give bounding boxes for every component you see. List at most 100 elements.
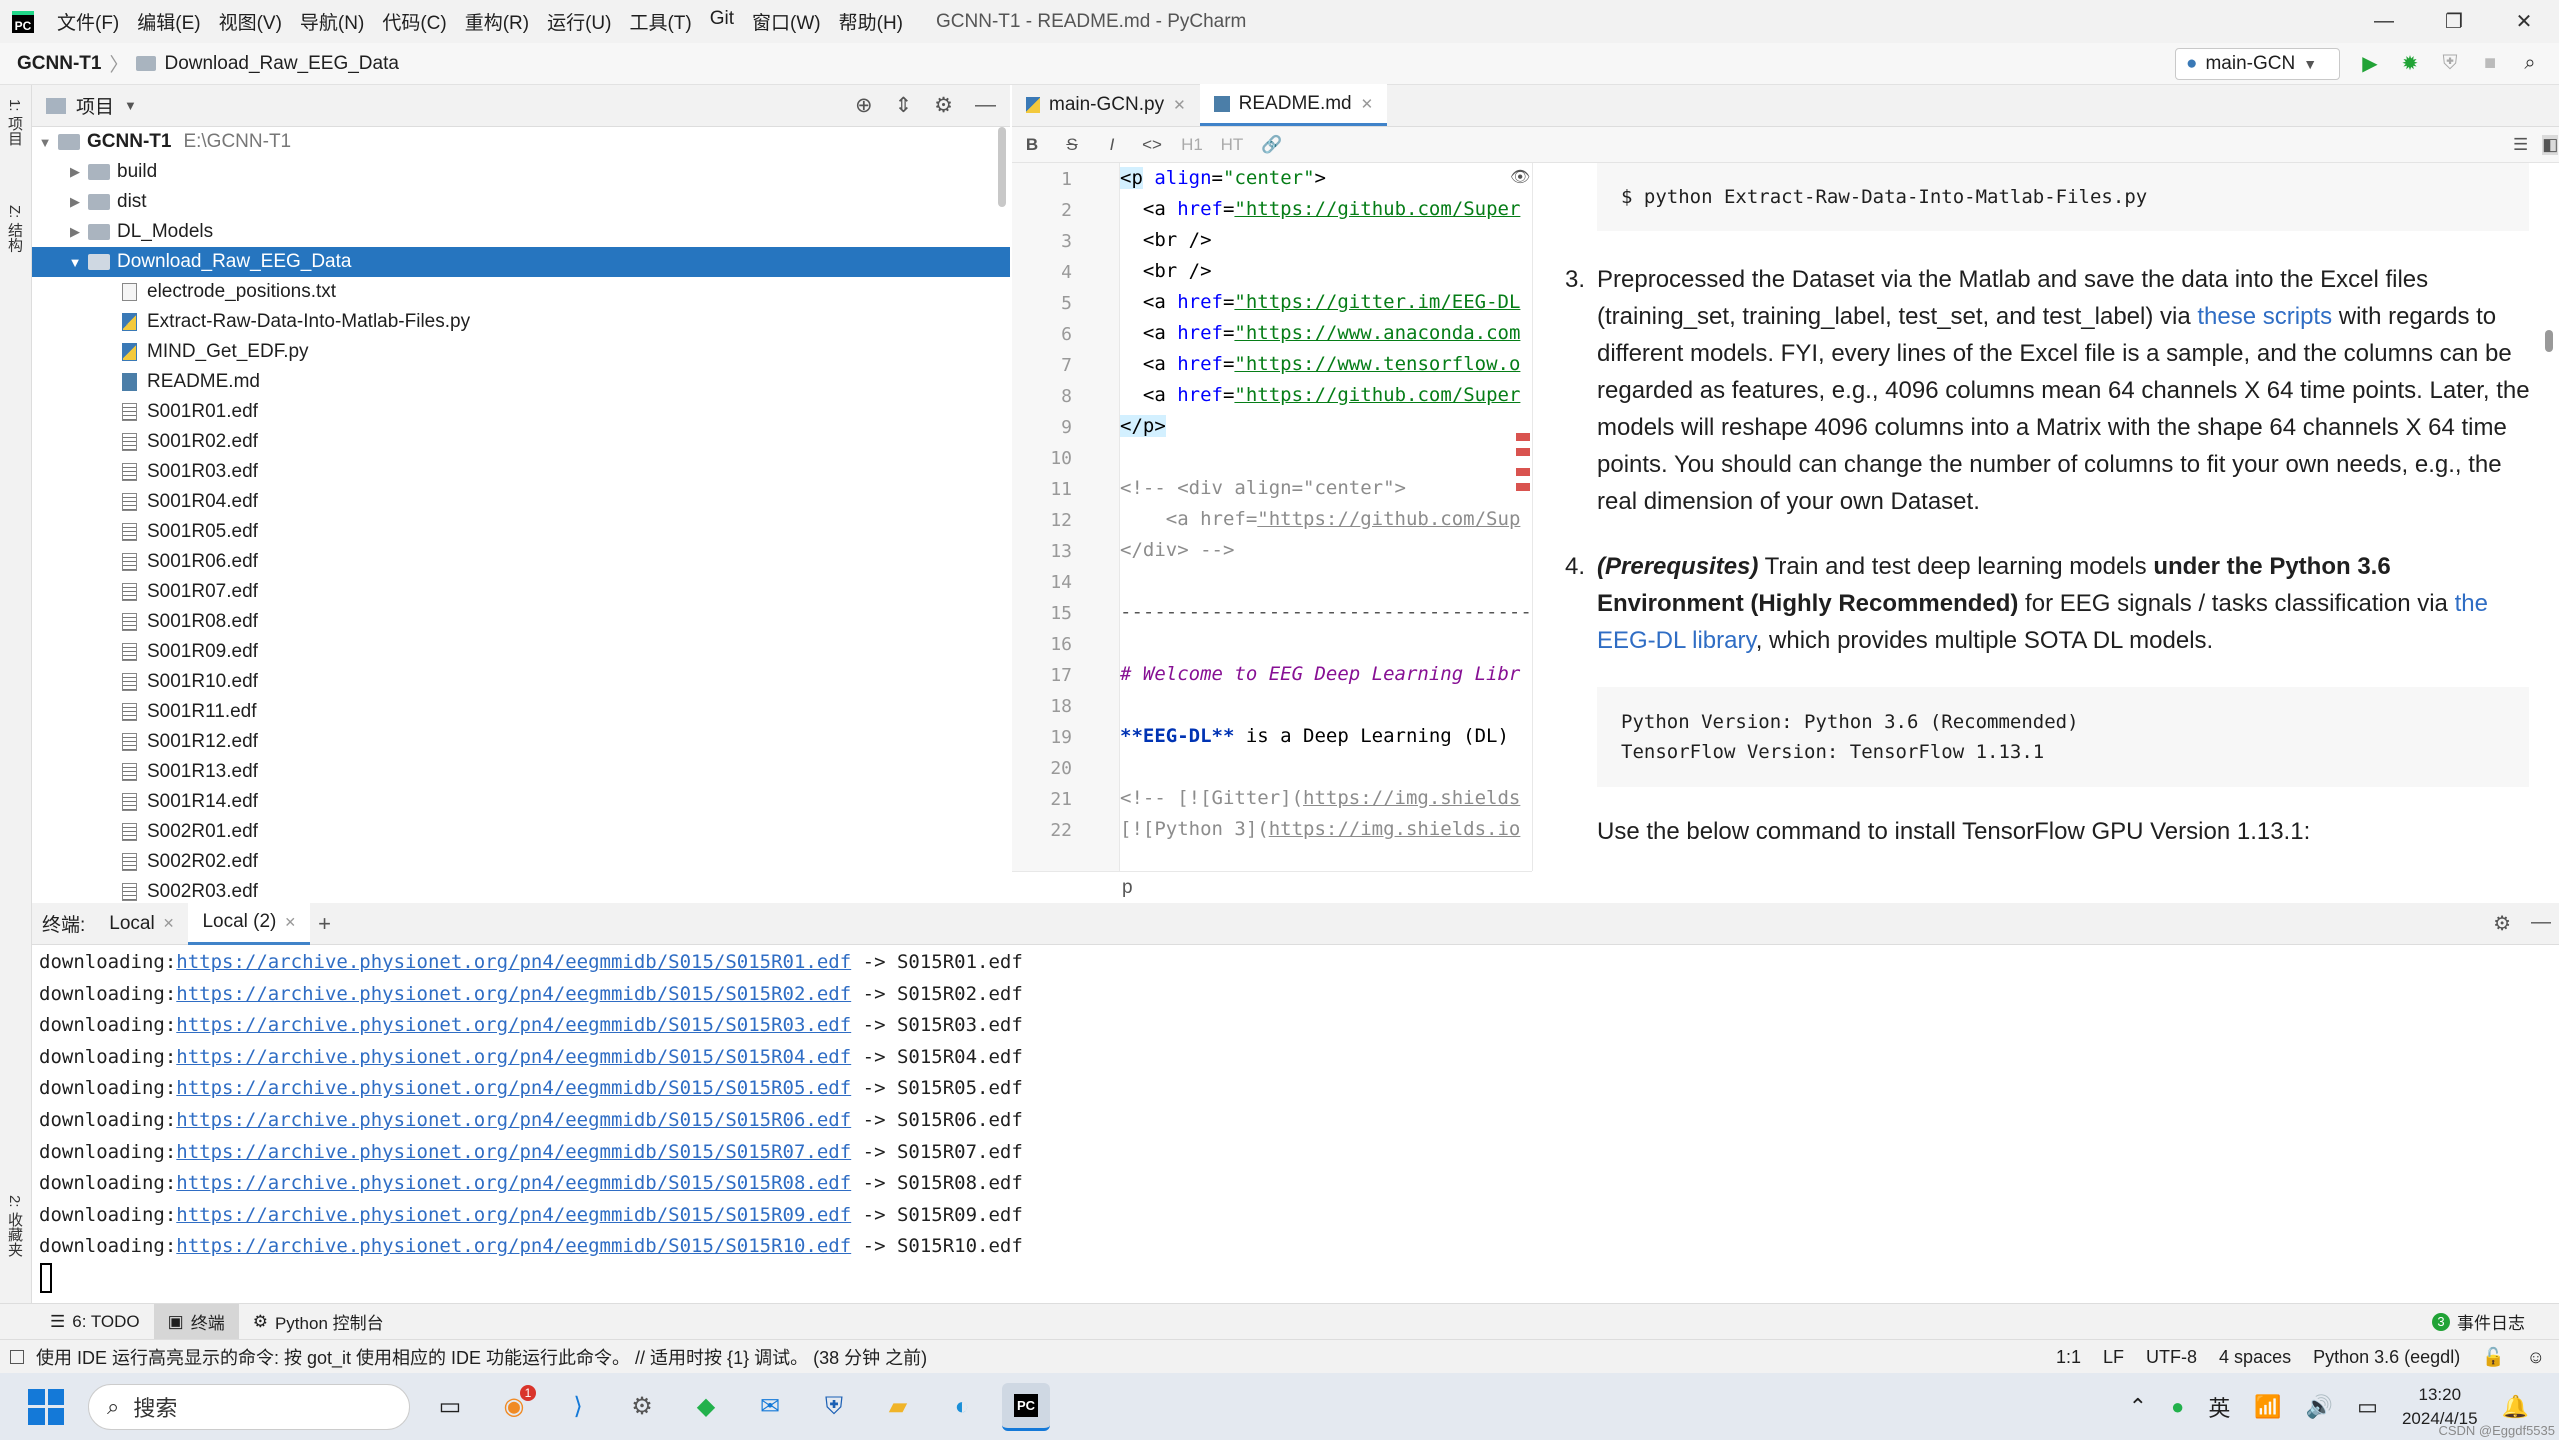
menu-item[interactable]: 视图(V) [210, 8, 291, 35]
tree-folder[interactable]: ▶ DL_Models [32, 217, 1010, 247]
edge-icon[interactable]: ◐ [938, 1383, 986, 1431]
collapse-all-icon[interactable]: ⇕ [895, 93, 913, 118]
menu-item[interactable]: 导航(N) [291, 8, 373, 35]
task-view-icon[interactable]: ▭ [426, 1383, 474, 1431]
windows-start-icon[interactable] [28, 1388, 64, 1425]
strikethrough-icon[interactable]: S [1052, 135, 1092, 155]
tab-readme[interactable]: README.md ✕ [1199, 84, 1388, 126]
shield-icon[interactable]: ⛨ [810, 1383, 858, 1431]
wifi-icon[interactable]: 📶 [2254, 1394, 2281, 1420]
link[interactable]: these scripts [2197, 303, 2332, 330]
editor-only-icon[interactable]: ☰ [2513, 135, 2528, 155]
code-icon[interactable]: <> [1132, 135, 1172, 155]
tree-file[interactable]: S001R13.edf [32, 757, 1010, 787]
tree-file[interactable]: S001R05.edf [32, 517, 1010, 547]
indent-setting[interactable]: 4 spaces [2219, 1347, 2291, 1368]
tree-file[interactable]: S001R12.edf [32, 727, 1010, 757]
download-link[interactable]: https://archive.physionet.org/pn4/eegmmi… [176, 1046, 851, 1068]
tree-file[interactable]: S002R02.edf [32, 847, 1010, 877]
chevron-down-icon[interactable]: ▼ [124, 98, 137, 113]
hide-icon[interactable]: — [975, 93, 996, 118]
mail-app-icon[interactable]: ◉ 1 [490, 1383, 538, 1431]
download-link[interactable]: https://archive.physionet.org/pn4/eegmmi… [176, 1172, 851, 1194]
error-stripe[interactable]: 👁 [1510, 163, 1530, 871]
menu-item[interactable]: 运行(U) [538, 8, 620, 35]
terminal-tab-local-2[interactable]: Local (2) ✕ [188, 902, 311, 945]
project-scrollbar[interactable] [998, 127, 1006, 207]
gear-icon[interactable]: ⚙ [2493, 911, 2511, 936]
tree-file[interactable]: Extract-Raw-Data-Into-Matlab-Files.py [32, 307, 1010, 337]
code-editor[interactable]: <p align="center"> <a href="https://gith… [1120, 163, 1530, 871]
event-log-button[interactable]: 3 事件日志 [2418, 1304, 2539, 1340]
tree-folder[interactable]: ▶ build [32, 157, 1010, 187]
tree-file[interactable]: S002R03.edf [32, 877, 1010, 903]
header-icon[interactable]: H1 [1172, 135, 1212, 155]
file-explorer-icon[interactable]: ▰ [874, 1383, 922, 1431]
tree-file[interactable]: S001R14.edf [32, 787, 1010, 817]
editor-breadcrumb[interactable]: p [1012, 871, 1532, 903]
structure-tool-tab[interactable]: Z: 结构 [4, 205, 25, 253]
project-panel-title[interactable]: 项目 [76, 92, 114, 119]
tree-folder-selected[interactable]: ▼ Download_Raw_EEG_Data [32, 247, 1010, 277]
link[interactable]: EEG-DL library [1597, 627, 1756, 654]
tool-windows-icon[interactable] [10, 1349, 24, 1364]
close-tab-icon[interactable]: ✕ [1361, 95, 1374, 113]
download-link[interactable]: https://archive.physionet.org/pn4/eegmmi… [176, 1204, 851, 1226]
menu-item[interactable]: Git [701, 8, 743, 35]
wechat-icon[interactable]: ● [2171, 1394, 2184, 1420]
file-encoding[interactable]: UTF-8 [2146, 1347, 2197, 1368]
tree-folder[interactable]: ▶ dist [32, 187, 1010, 217]
tree-file[interactable]: S001R04.edf [32, 487, 1010, 517]
download-link[interactable]: https://archive.physionet.org/pn4/eegmmi… [176, 951, 851, 973]
table-header-icon[interactable]: HT [1212, 135, 1252, 155]
mail-icon[interactable]: ✉ [746, 1383, 794, 1431]
python-interpreter[interactable]: Python 3.6 (eegdl) [2313, 1347, 2460, 1368]
terminal-tool-button[interactable]: ▣ 终端 [153, 1303, 239, 1340]
python-console-button[interactable]: ⚙ Python 控制台 [239, 1304, 398, 1340]
tree-file[interactable]: S001R09.edf [32, 637, 1010, 667]
chevron-up-icon[interactable]: ⌃ [2129, 1394, 2147, 1420]
run-configuration-select[interactable]: ● main-GCN ▼ [2175, 48, 2340, 80]
tree-file[interactable]: README.md [32, 367, 1010, 397]
preview-eye-icon[interactable]: 👁 [1510, 167, 1530, 187]
hide-icon[interactable]: — [2531, 911, 2551, 936]
gear-icon[interactable]: ⚙ [934, 93, 953, 118]
ime-indicator[interactable]: 英 [2208, 1391, 2230, 1423]
tree-file[interactable]: S001R01.edf [32, 397, 1010, 427]
menu-item[interactable]: 代码(C) [373, 8, 455, 35]
close-tab-icon[interactable]: ✕ [163, 915, 175, 932]
download-link[interactable]: https://archive.physionet.org/pn4/eegmmi… [176, 1141, 851, 1163]
settings-icon[interactable]: ⚙ [618, 1383, 666, 1431]
download-link[interactable]: https://archive.physionet.org/pn4/eegmmi… [176, 983, 851, 1005]
vscode-icon[interactable]: ⟩ [554, 1383, 602, 1431]
terminal-tab-local[interactable]: Local ✕ [95, 903, 188, 945]
caret-position[interactable]: 1:1 [2056, 1347, 2081, 1368]
pycharm-taskbar-icon[interactable]: PC [1002, 1382, 1050, 1431]
volume-icon[interactable]: 🔊 [2306, 1394, 2333, 1420]
split-view-icon[interactable]: ◧ [2542, 134, 2559, 155]
line-separator[interactable]: LF [2103, 1347, 2124, 1368]
preview-scrollbar[interactable] [2545, 330, 2553, 352]
tree-file[interactable]: S002R01.edf [32, 817, 1010, 847]
tree-file[interactable]: S001R02.edf [32, 427, 1010, 457]
store-icon[interactable]: ◆ [682, 1383, 730, 1431]
tree-file[interactable]: S001R08.edf [32, 607, 1010, 637]
italic-icon[interactable]: I [1092, 135, 1132, 155]
tree-file[interactable]: S001R06.edf [32, 547, 1010, 577]
close-tab-icon[interactable]: ✕ [284, 914, 296, 931]
terminal-output[interactable]: downloading:https://archive.physionet.or… [32, 945, 2559, 1301]
project-tool-tab[interactable]: 1: 项目 [4, 99, 25, 146]
bold-icon[interactable]: B [1012, 135, 1052, 155]
download-link[interactable]: https://archive.physionet.org/pn4/eegmmi… [176, 1077, 851, 1099]
lock-icon[interactable]: 🔓 [2482, 1347, 2504, 1368]
menu-item[interactable]: 窗口(W) [743, 8, 830, 35]
taskbar-search[interactable]: ⌕ 搜索 [88, 1383, 410, 1430]
breadcrumb-folder[interactable]: Download_Raw_EEG_Data [164, 53, 398, 75]
search-icon[interactable]: ⌕ [2515, 48, 2545, 78]
stop-icon[interactable]: ■ [2475, 48, 2505, 78]
restore-icon[interactable]: ❐ [2419, 0, 2489, 43]
tree-file[interactable]: electrode_positions.txt [32, 277, 1010, 307]
tree-root[interactable]: ▼ GCNN-T1 E:\GCNN-T1 [32, 127, 1010, 157]
tree-file[interactable]: S001R10.edf [32, 667, 1010, 697]
todo-tool-button[interactable]: ☰ 6: TODO [36, 1304, 154, 1340]
